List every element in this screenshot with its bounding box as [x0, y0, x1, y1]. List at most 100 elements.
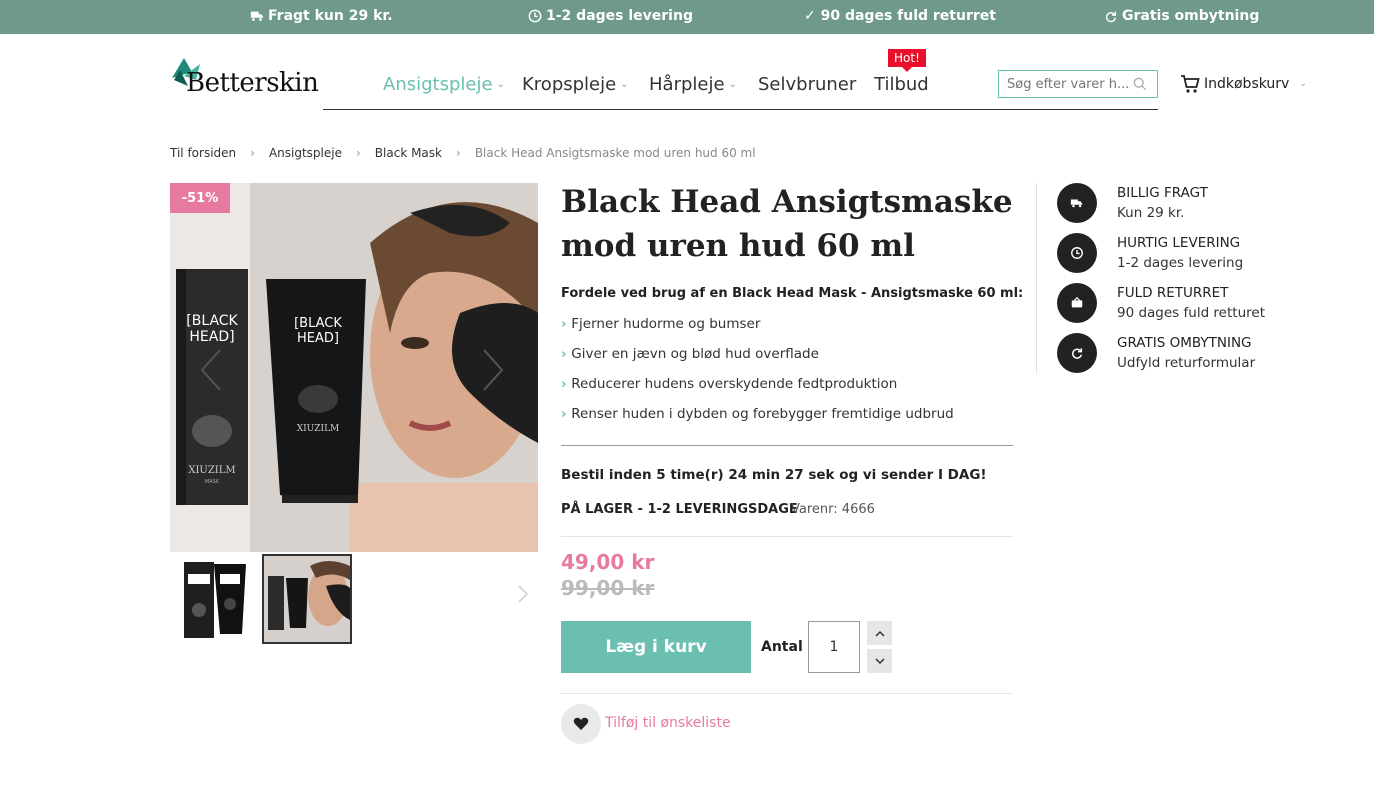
- divider: [561, 693, 1013, 694]
- current-price: 49,00 kr: [561, 550, 655, 574]
- nav-item-label: Tilbud: [874, 74, 929, 95]
- truck-icon: [1070, 199, 1083, 208]
- breadcrumb-ansigtspleje[interactable]: Ansigtspleje: [269, 146, 342, 160]
- usp-subtitle: Udfyld returformular: [1117, 355, 1256, 371]
- old-price: 99,00 kr: [561, 576, 655, 600]
- return-icon: [1071, 296, 1083, 308]
- usp-icon-circle: [1057, 283, 1097, 323]
- usp-title: BILLIG FRAGT: [1117, 185, 1208, 201]
- tube-label-2: HEAD]: [297, 331, 339, 346]
- order-deadline: Bestil inden 5 time(r) 24 min 27 sek og …: [561, 467, 987, 483]
- nav-item-label: Kropspleje: [522, 74, 617, 95]
- refresh-icon: [1105, 11, 1117, 23]
- breadcrumb-current: Black Head Ansigtsmaske mod uren hud 60 …: [474, 146, 756, 160]
- logo-text: Betterskin: [186, 68, 319, 98]
- breadcrumb-home[interactable]: Til forsiden: [170, 146, 236, 160]
- topbar-shipping-label: Fragt kun 29 kr.: [268, 8, 393, 24]
- stock-status: PÅ LAGER - 1-2 LEVERINGSDAGE: [561, 502, 798, 517]
- nav-item-label: Hårpleje: [649, 74, 725, 95]
- quantity-label: Antal: [761, 639, 803, 655]
- truck-icon: [250, 11, 264, 21]
- chevron-up-icon: [874, 630, 885, 637]
- topbar-delivery: 1-2 dages levering: [528, 8, 693, 24]
- chevron-down-icon: ⌄: [496, 79, 505, 90]
- hot-badge: Hot!: [888, 49, 926, 72]
- cart-button[interactable]: Indkøbskurv ⌄: [1180, 74, 1307, 94]
- cart-icon: [1181, 75, 1200, 93]
- nav-item-label: Ansigtspleje: [383, 74, 493, 95]
- topbar-exchange: Gratis ombytning: [1104, 8, 1259, 24]
- chevron-down-icon: ⌄: [728, 79, 737, 90]
- discount-badge: -51%: [170, 183, 230, 213]
- tube-brand: XIUZILM: [297, 424, 340, 434]
- tube-label-1: [BLACK: [294, 316, 342, 331]
- top-usp-bar: Fragt kun 29 kr. 1-2 dages levering ✓ 90…: [0, 0, 1374, 34]
- image-prev-arrow-icon[interactable]: [196, 348, 226, 392]
- sidebar-divider: [1036, 183, 1037, 373]
- chevron-down-icon: ⌄: [1299, 79, 1307, 89]
- cart-label: Indkøbskurv: [1204, 76, 1290, 92]
- topbar-returns: ✓ 90 dages fuld returret: [804, 8, 996, 24]
- benefit-item: Reducerer hudens overskydende fedtproduk…: [561, 376, 954, 406]
- benefit-item: Renser huden i dybden og forebygger frem…: [561, 406, 953, 436]
- usp-icon-circle: [1057, 333, 1097, 373]
- nav-item-haarpleje[interactable]: Hårpleje ⌄: [649, 74, 737, 95]
- heart-icon: [573, 717, 589, 730]
- sku-value: 4666: [841, 502, 875, 517]
- wishlist-button[interactable]: [561, 704, 601, 744]
- benefits-title: Fordele ved brug af en Black Head Mask -…: [561, 286, 1024, 301]
- breadcrumb-separator: ›: [250, 146, 255, 160]
- clock-icon: [528, 9, 542, 23]
- clock-icon: [1071, 247, 1083, 259]
- refresh-icon: [1072, 348, 1083, 359]
- box-brand-sub: MASK: [205, 479, 220, 485]
- usp-icon-circle: [1057, 183, 1097, 223]
- divider: [561, 445, 1013, 446]
- thumbnail-1[interactable]: [170, 554, 260, 644]
- sku: Varenr: 4666: [791, 502, 875, 517]
- topbar-delivery-label: 1-2 dages levering: [546, 8, 693, 24]
- benefit-item: Fjerner hudorme og bumser: [561, 316, 954, 346]
- benefit-item: Giver en jævn og blød hud overflade: [561, 346, 954, 376]
- usp-subtitle: Kun 29 kr.: [1117, 205, 1185, 221]
- usp-icon-circle: [1057, 233, 1097, 273]
- product-title: Black Head Ansigtsmaske mod uren hud 60 …: [561, 184, 1013, 264]
- topbar-shipping: Fragt kun 29 kr.: [250, 8, 393, 24]
- quantity-increase-button[interactable]: [867, 621, 892, 645]
- breadcrumb-separator: ›: [355, 146, 361, 160]
- breadcrumb-separator: ›: [456, 146, 461, 160]
- usp-title: FULD RETURRET: [1117, 285, 1229, 301]
- benefits-list: Fjerner hudorme og bumser Giver en jævn …: [561, 316, 954, 436]
- box-brand: XIUZILM: [188, 465, 235, 476]
- nav-item-tilbud[interactable]: Tilbud: [874, 74, 929, 95]
- thumbnail-next-icon[interactable]: [516, 584, 530, 604]
- usp-subtitle: 90 dages fuld retturet: [1117, 305, 1265, 321]
- quantity-input[interactable]: [808, 621, 860, 673]
- image-next-arrow-icon[interactable]: [478, 348, 508, 392]
- divider: [561, 536, 1013, 537]
- usp-title: HURTIG LEVERING: [1117, 235, 1241, 251]
- thumbnail-product-image: [184, 562, 246, 638]
- add-to-cart-button[interactable]: Læg i kurv: [561, 621, 751, 673]
- search-input[interactable]: [999, 72, 1129, 96]
- search-icon[interactable]: [1133, 77, 1147, 91]
- breadcrumb: Til forsiden › Ansigtspleje › Black Mask…: [170, 146, 756, 160]
- quantity-decrease-button[interactable]: [867, 649, 892, 673]
- wishlist-link[interactable]: Tilføj til ønskeliste: [605, 715, 731, 731]
- nav-item-ansigtspleje[interactable]: Ansigtspleje ⌄: [383, 74, 505, 95]
- nav-item-label: Selvbruner: [758, 74, 857, 95]
- topbar-exchange-label: Gratis ombytning: [1122, 8, 1260, 24]
- chevron-down-icon: [874, 657, 885, 664]
- sku-label: Varenr:: [791, 502, 838, 517]
- site-logo[interactable]: Betterskin: [170, 56, 319, 100]
- nav-item-kropspleje[interactable]: Kropspleje ⌄: [522, 74, 629, 95]
- usp-title: GRATIS OMBYTNING: [1117, 335, 1252, 351]
- search-box: [998, 70, 1158, 98]
- box-label-1: [BLACK: [186, 313, 238, 329]
- nav-item-selvbruner[interactable]: Selvbruner: [758, 74, 856, 95]
- chevron-down-icon: ⌄: [620, 79, 629, 90]
- usp-subtitle: 1-2 dages levering: [1117, 255, 1244, 271]
- breadcrumb-black-mask[interactable]: Black Mask: [375, 146, 442, 160]
- thumbnail-2-selected[interactable]: [262, 554, 352, 644]
- box-label-2: HEAD]: [189, 329, 234, 345]
